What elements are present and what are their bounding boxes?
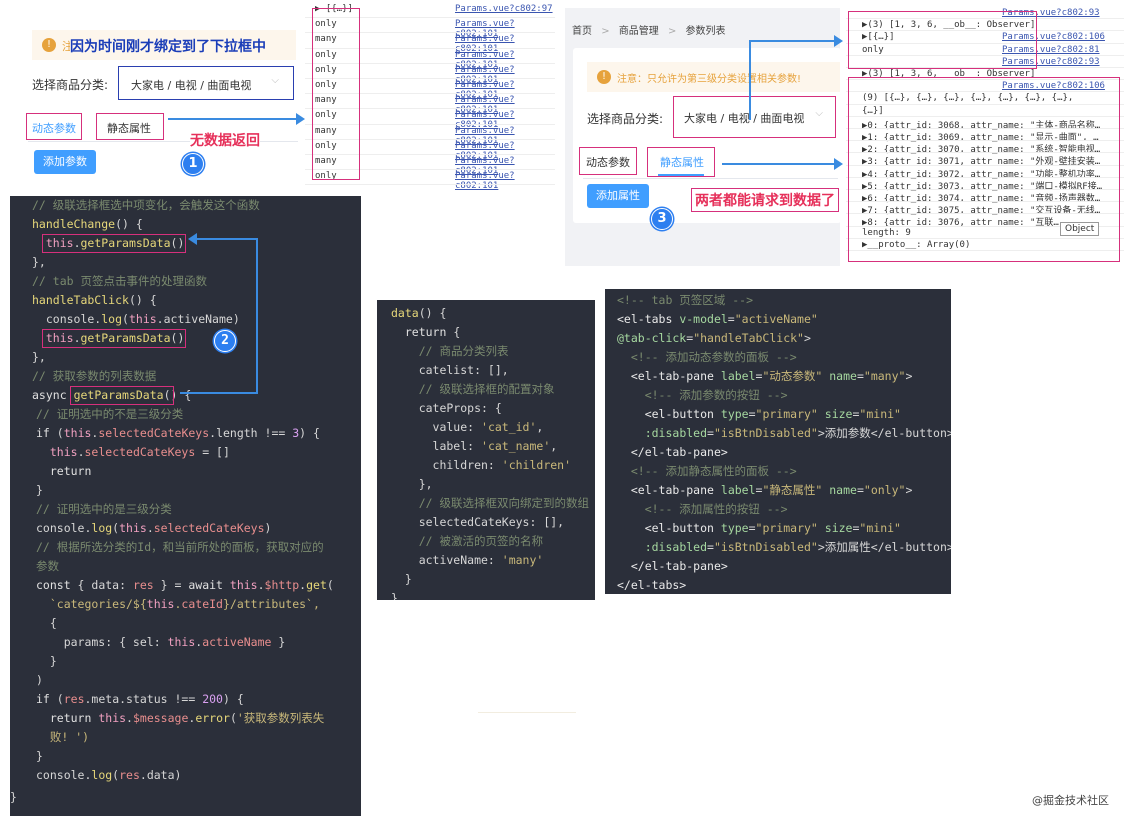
code-editor-data: data() { return { // 商品分类列表 catelist: []… [377,300,595,600]
warning-icon: ! [597,70,611,84]
arrow-head-3a [834,35,843,47]
console-log-panel-2: Params.vue?c802:93 ▶(3) [1, 3, 6, __ob__:… [846,6,1124,264]
object-tooltip: Object [1060,222,1100,236]
console-log-panel-1: ▶ [{…}] Params.vue?c802:97 only Params.vue?… [305,2,555,195]
panel-with-data-screenshot: 首页 > 商品管理 > 参数列表 ! 注意：只允许为第三级分类设置相关参数! 选… [565,8,840,266]
breadcrumb-goods[interactable]: 商品管理 [619,26,659,37]
arrow-line-3c [722,163,837,165]
arrow-line-1 [168,118,298,120]
warning-icon: ! [42,38,56,52]
tab-static-attrs[interactable]: 静态属性 [96,113,164,140]
blank-fragment [478,645,576,713]
arrow-code-right [256,238,258,392]
annotation-bound-to-select: 因为时间刚才绑定到了下拉框中 [70,36,266,56]
arrow-head-code [188,233,197,245]
chevron-down-icon: ⌵ [815,108,823,119]
arrow-line-3b [749,40,837,42]
tab-dynamic-params[interactable]: 动态参数 [579,147,637,175]
arrow-code-top [196,238,258,240]
chevron-down-icon: ⌵ [271,75,279,86]
arrow-head-3b [834,158,843,170]
annotation-both-got-data: 两者都能请求到数据了 [691,188,839,212]
code-editor-methods: // 级联选择框选中项变化，会触发这个函数 handleChange() { t… [10,196,361,816]
notice-bar: ! 注意：只允许为第三级分类设置相关参数! [587,62,840,92]
console1-source-link[interactable]: Params.vue?c802:101 [455,171,555,191]
select-label: 选择商品分类: [587,112,664,126]
step-badge-3: 3 [651,208,673,230]
select-value: 大家电 / 电视 / 曲面电视 [684,112,805,125]
console1-source-link[interactable]: Params.vue?c802:97 [455,4,553,14]
row-divider [305,184,555,186]
notice-text: 注意：只允许为第三级分类设置相关参数! [617,74,802,85]
panel-no-data-screenshot: ! 注 因为时间刚才绑定到了下拉框中 选择商品分类: 大家电 / 电视 / 曲面… [10,8,300,193]
category-select[interactable]: 大家电 / 电视 / 曲面电视 ⌵ [118,66,294,100]
highlight-method-def [70,386,174,405]
tab-static-attrs[interactable]: 静态属性 [647,147,715,177]
arrow-line-3a [749,40,751,120]
step-badge-2: 2 [214,330,236,352]
add-attrs-button[interactable]: 添加属性 [587,184,649,208]
highlight-active-names [312,8,360,180]
annotation-no-data: 无数据返回 [190,130,260,150]
breadcrumb-home[interactable]: 首页 [572,26,592,37]
arrow-code-bottom [180,392,258,394]
arrow-head-1 [296,113,305,125]
tab-bar-line [583,178,838,179]
breadcrumb-params: 参数列表 [685,26,726,37]
code-editor-template: <!-- tab 页签区域 --> <el-tabs v-model="acti… [605,289,951,594]
active-tab-underline [658,174,704,176]
select-value: 大家电 / 电视 / 曲面电视 [131,79,252,92]
watermark: @掘金技术社区 [1032,794,1109,807]
highlight-call-in-change [42,234,186,253]
category-select[interactable]: 大家电 / 电视 / 曲面电视 ⌵ [673,96,836,138]
highlight-first-request [848,11,1037,69]
step-badge-1: 1 [182,153,204,175]
add-params-button[interactable]: 添加参数 [34,150,96,174]
breadcrumb: 首页 > 商品管理 > 参数列表 [572,26,726,37]
select-label: 选择商品分类: [32,78,109,92]
highlight-call-in-tabclick [42,329,186,348]
tab-dynamic-params[interactable]: 动态参数 [26,113,82,140]
